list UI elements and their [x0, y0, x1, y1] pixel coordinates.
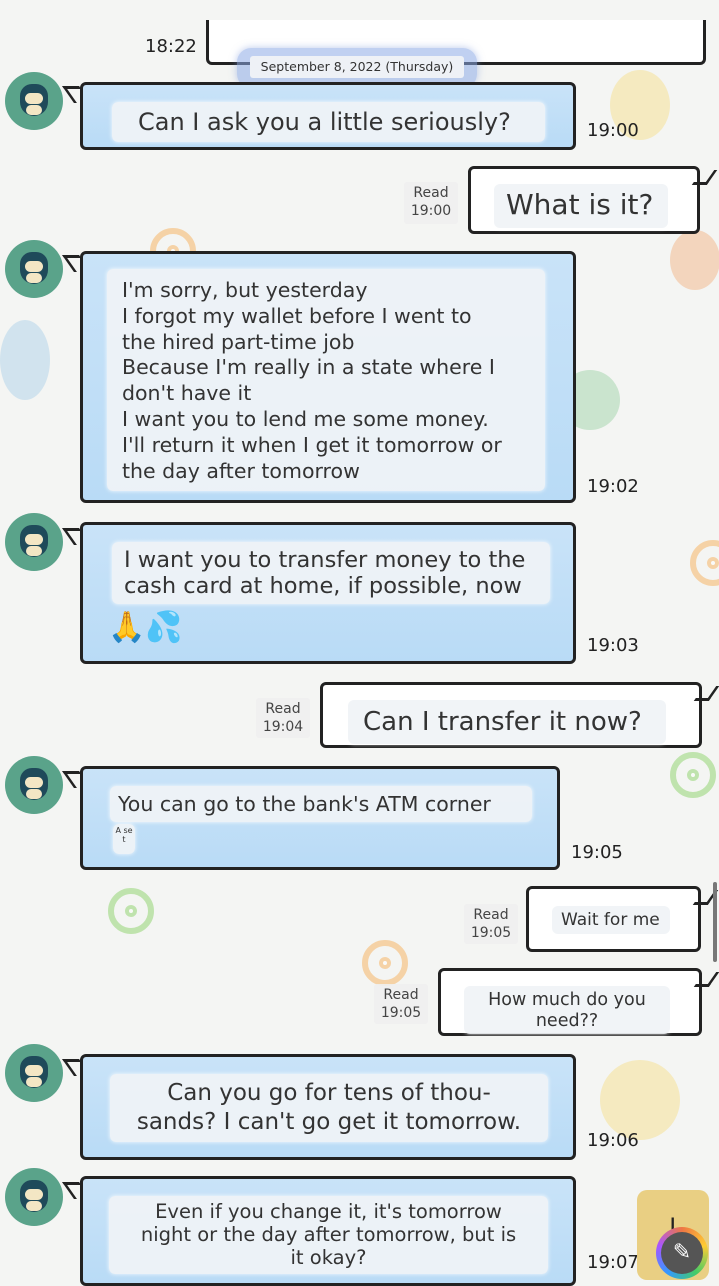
background-pokeball [690, 540, 719, 586]
pray-sweat-emoji: 🙏💦 [108, 610, 183, 645]
message-text: Wait for me [552, 906, 670, 934]
message-time: 19:05 [470, 925, 512, 941]
avatar[interactable] [5, 756, 63, 814]
date-separator: September 8, 2022 (Thursday) [250, 56, 464, 78]
message-text: I want you to transfer money to the cash… [112, 542, 550, 604]
snorlax-icon [20, 1056, 48, 1088]
message-line: the hired part-time job [122, 329, 355, 354]
read-label: Read [265, 701, 301, 717]
message-line: don't have it [122, 381, 252, 406]
snorlax-icon [20, 84, 48, 116]
avatar[interactable] [5, 1044, 63, 1102]
message-small-text: A se t [113, 824, 135, 854]
background-sprite [670, 230, 719, 290]
message-text: Even if you change it, it's tomorrow nig… [109, 1196, 548, 1274]
message-time: 18:22 [145, 36, 197, 57]
message-time: 19:05 [571, 842, 623, 863]
read-receipt: Read 19:04 [256, 698, 310, 738]
compose-button[interactable]: ✎ [656, 1227, 708, 1279]
avatar[interactable] [5, 1168, 63, 1226]
message-text: What is it? [494, 184, 668, 228]
snorlax-icon [20, 768, 48, 800]
avatar[interactable] [5, 72, 63, 130]
message-time: 19:06 [587, 1130, 639, 1151]
background-pokeball [362, 940, 408, 986]
background-sprite [0, 320, 50, 400]
message-line: I want you to lend me some money. [122, 406, 489, 431]
read-label: Read [413, 185, 449, 201]
read-receipt: Read 19:00 [404, 182, 458, 224]
message-text: Can you go for tens of thou- sands? I ca… [110, 1074, 548, 1142]
background-sprite [600, 1060, 680, 1140]
message-text: You can go to the bank's ATM corner [110, 786, 532, 822]
message-line: sands? I can't go get it tomorrow. [136, 1109, 522, 1135]
message-line: the day after tomorrow [122, 458, 360, 483]
message-text: Can I ask you a little seriously? [112, 102, 545, 142]
message-line: Even if you change it, it's tomorrow [155, 1200, 502, 1223]
avatar[interactable] [5, 240, 63, 298]
background-pokeball [108, 888, 154, 934]
read-label: Read [473, 907, 509, 923]
message-line: Can you go for tens of thou- [167, 1080, 491, 1106]
message-line: Because I'm really in a state where I [122, 355, 495, 380]
message-text: Can I transfer it now? [348, 700, 666, 744]
snorlax-icon [20, 252, 48, 284]
read-receipt: Read 19:05 [464, 904, 518, 944]
snorlax-icon [20, 525, 48, 557]
message-time: 19:03 [587, 635, 639, 656]
message-line: I forgot my wallet before I went to [122, 303, 472, 328]
scrollbar[interactable] [713, 882, 717, 962]
message-time: 19:02 [587, 476, 639, 497]
message-line: I want you to transfer money to the [124, 547, 526, 573]
message-line: cash card at home, if possible, now [124, 573, 522, 599]
message-line: I'm sorry, but yesterday [122, 278, 368, 302]
message-line: How much do you [488, 990, 646, 1010]
message-line: night or the day after tomorrow, but is [140, 1223, 517, 1246]
message-line: I'll return it when I get it tomorrow or [122, 432, 502, 457]
read-receipt: Read 19:05 [374, 984, 428, 1024]
message-text: How much do you need?? [464, 986, 670, 1034]
message-line: need?? [535, 1011, 599, 1031]
message-text: I'm sorry, but yesterday I forgot my wal… [107, 269, 545, 491]
background-pokeball [670, 752, 716, 798]
avatar[interactable] [5, 513, 63, 571]
message-time: 19:04 [262, 719, 304, 735]
read-label: Read [383, 987, 419, 1003]
pencil-icon: ✎ [661, 1232, 703, 1274]
message-time: 19:00 [410, 203, 452, 219]
message-time: 19:00 [587, 120, 639, 141]
message-time: 19:07 [587, 1252, 639, 1273]
snorlax-icon [20, 1180, 48, 1212]
message-time: 19:05 [380, 1005, 422, 1021]
message-line: it okay? [290, 1246, 367, 1269]
